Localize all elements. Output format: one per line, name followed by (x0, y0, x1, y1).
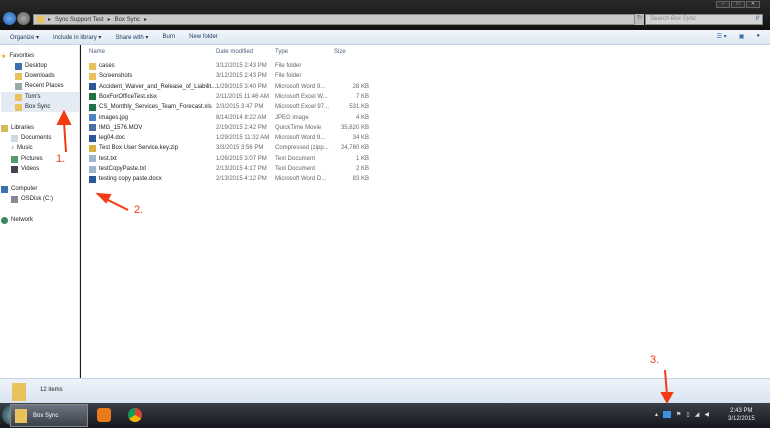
arrowhead-1 (56, 109, 72, 125)
arrow-3 (664, 369, 668, 396)
arrowhead-3 (660, 392, 674, 405)
annotation-label-3: 3. (650, 354, 660, 366)
arrow-1 (63, 121, 67, 153)
annotation-label-2: 2. (134, 204, 144, 216)
annotation-label-1: 1. (56, 153, 66, 165)
